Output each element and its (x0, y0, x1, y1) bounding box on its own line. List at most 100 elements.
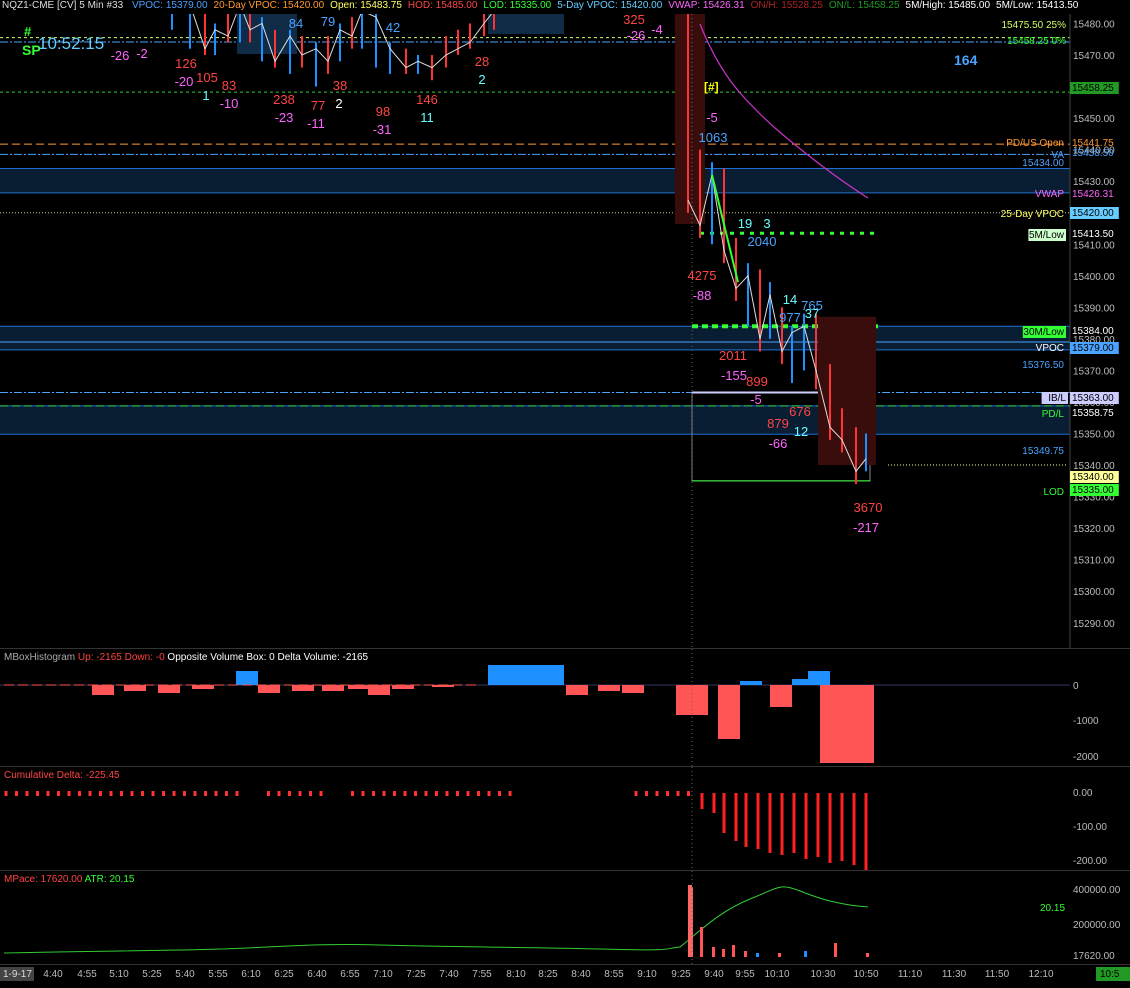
price-chart-svg[interactable]: 126-20 105183-10 238-2377-1138298-31146112… (0, 14, 1130, 648)
candle-number-37: 2011 (719, 348, 747, 363)
pace-bar-4 (732, 945, 735, 957)
time-tick-0: 4:40 (43, 969, 63, 980)
price-tag-text-14: 30M/Low (1023, 327, 1064, 338)
pace-bar-3 (722, 949, 725, 957)
hist-bar-6 (292, 685, 314, 691)
price-pane[interactable]: 126 -20 105 1 83 -10 238 -23 77 -11 38 2 98 -31 146 11 2… (0, 14, 1130, 648)
pace-bar-9 (834, 943, 837, 957)
candle-number-29: 3 (763, 216, 770, 231)
candle-number-9: -11 (307, 116, 325, 131)
time-axis[interactable]: 1-9-17 4:40 4:55 5:10 5:25 5:40 5:55 6:10 6:25 6:… (0, 964, 1130, 988)
price-tag-19: IB/L (1041, 392, 1068, 404)
histogram-down: Down: -0 (124, 652, 165, 663)
time-tick-8: 6:40 (307, 969, 327, 980)
hist-bar-4 (236, 671, 258, 685)
candle-number-0: 126 (175, 56, 197, 71)
candle-number-34: 977 (779, 310, 801, 325)
cumulative-delta-svg: 0.00 -100.00 -200.00 (4, 767, 1107, 871)
price-tag-text-17: 15379.00 (1072, 343, 1114, 354)
price-tag-text-22: 15358.75 (1072, 408, 1114, 419)
time-tick-3: 5:25 (142, 969, 162, 980)
candle-number-11: 2 (335, 96, 342, 111)
price-tag-21: PD/L (1042, 409, 1065, 420)
time-tick-13: 7:55 (472, 969, 492, 980)
candle-number-16: 28 (475, 54, 489, 69)
candle-number-31: 4275 (688, 268, 717, 283)
header-stat-3: HOD: 15485.00 (407, 0, 478, 11)
price-tag-text-1: 15458.25 0% (1007, 36, 1066, 47)
pace-bar-1 (700, 927, 703, 957)
candle-number-10: 38 (333, 78, 347, 93)
price-tag-23: 15349.75 (1022, 446, 1064, 457)
price-tag-17: 15379.00 (1070, 342, 1119, 354)
candle-number-30: 2040 (748, 234, 777, 249)
hist-bar-10 (392, 685, 414, 689)
candle-number-28: 19 (738, 216, 752, 231)
pace-axis-tick-2: 17620.00 (1073, 951, 1115, 962)
pace-bar-10 (866, 953, 869, 957)
price-tag-text-23: 15349.75 (1022, 446, 1064, 457)
price-tag-13: 15413.50 (1072, 229, 1114, 240)
histogram-svg: 0 -1000 -2000 (0, 649, 1099, 767)
candle-number-44: -66 (769, 436, 788, 451)
price-tag-14: 30M/Low (1022, 326, 1066, 338)
hist-axis-tick-1: -1000 (1073, 716, 1099, 727)
candle-number-32: -88 (693, 288, 712, 303)
time-tick-18: 9:10 (637, 969, 657, 980)
price-tick-3: 15450.00 (1073, 114, 1115, 125)
hist-bar-1 (124, 685, 146, 691)
price-tag-text-12: 5M/Low (1029, 230, 1065, 241)
hist-bar-17 (718, 685, 740, 739)
hist-bar-22 (820, 685, 874, 763)
price-tag-text-25: LOD (1043, 487, 1064, 498)
pace-bar-5 (744, 951, 747, 957)
time-tick-17: 8:55 (604, 969, 624, 980)
candle-number-26: -5 (706, 110, 718, 125)
hist-bar-15 (622, 685, 644, 693)
price-tick-9: 15390.00 (1073, 303, 1115, 314)
hist-bar-13 (566, 685, 588, 695)
price-tick-16: 15320.00 (1073, 524, 1115, 535)
price-tag-text-21: PD/L (1042, 409, 1065, 420)
pace-header: MPace: 17620.00 ATR: 20.15 (4, 874, 134, 885)
price-tick-14: 15340.00 (1073, 461, 1115, 472)
candle-number-36: 765 (801, 298, 823, 313)
candle-number-2: 105 (196, 70, 218, 85)
chart-window[interactable]: NQZ1-CME [CV] 5 Min #33 VPOC: 15379.00 20… (0, 0, 1130, 988)
candle-number-6: 238 (273, 92, 295, 107)
histogram-pane[interactable]: 0 -1000 -2000 MBoxHistogram Up: -2165 Down… (0, 648, 1130, 767)
candle-number-4: 83 (222, 78, 236, 93)
cumulative-delta-title: Cumulative Delta: -225.45 (4, 770, 120, 781)
hist-bar-14 (598, 685, 620, 691)
candle-number-25: -4 (651, 22, 663, 37)
candle-number-46: -217 (853, 520, 879, 535)
pace-bar-8 (804, 951, 807, 957)
price-tag-text-8: VWAP (1035, 189, 1064, 200)
header-stat-7: ON/H: 15528.25 (750, 0, 823, 11)
hist-bar-7 (322, 685, 344, 691)
price-tick-11: 15370.00 (1073, 366, 1115, 377)
price-tag-text-2: 15458.25 (1072, 83, 1114, 94)
candle-number-3: 1 (202, 88, 209, 103)
time-tick-23: 10:30 (810, 969, 835, 980)
pace-atr-value: 20.15 (1040, 903, 1065, 914)
symbol-label[interactable]: NQZ1-CME [CV] 5 Min #33 (2, 0, 123, 11)
price-tag-text-11: 15420.00 (1072, 208, 1114, 219)
pace-pane[interactable]: 400000.00 200000.00 17620.00 20.15 MPace: 1… (0, 870, 1130, 965)
price-tick-0: 15480.00 (1073, 19, 1115, 30)
red-box-2 (818, 316, 876, 466)
time-tick-7: 6:25 (274, 969, 294, 980)
price-tag-text-0: 15475.50 25% (1001, 20, 1066, 31)
hist-bar-18 (740, 681, 762, 685)
candle-number-7: -23 (275, 110, 294, 125)
header-stat-1: 20-Day VPOC: 15420.00 (213, 0, 325, 11)
cumulative-delta-pane[interactable]: 0.00 -100.00 -200.00 Cumulative Delta: -22… (0, 766, 1130, 871)
price-tag-18: 15376.50 (1022, 360, 1064, 371)
price-tick-19: 15290.00 (1073, 619, 1115, 630)
candle-number-22: -2 (136, 46, 148, 61)
price-tag-2: 15458.25 (1070, 82, 1119, 94)
time-tick-20: 9:40 (704, 969, 724, 980)
price-tick-1: 15470.00 (1073, 51, 1115, 62)
price-tag-24: 15340.00 (1070, 471, 1119, 483)
price-tag-text-24: 15340.00 (1072, 472, 1114, 483)
